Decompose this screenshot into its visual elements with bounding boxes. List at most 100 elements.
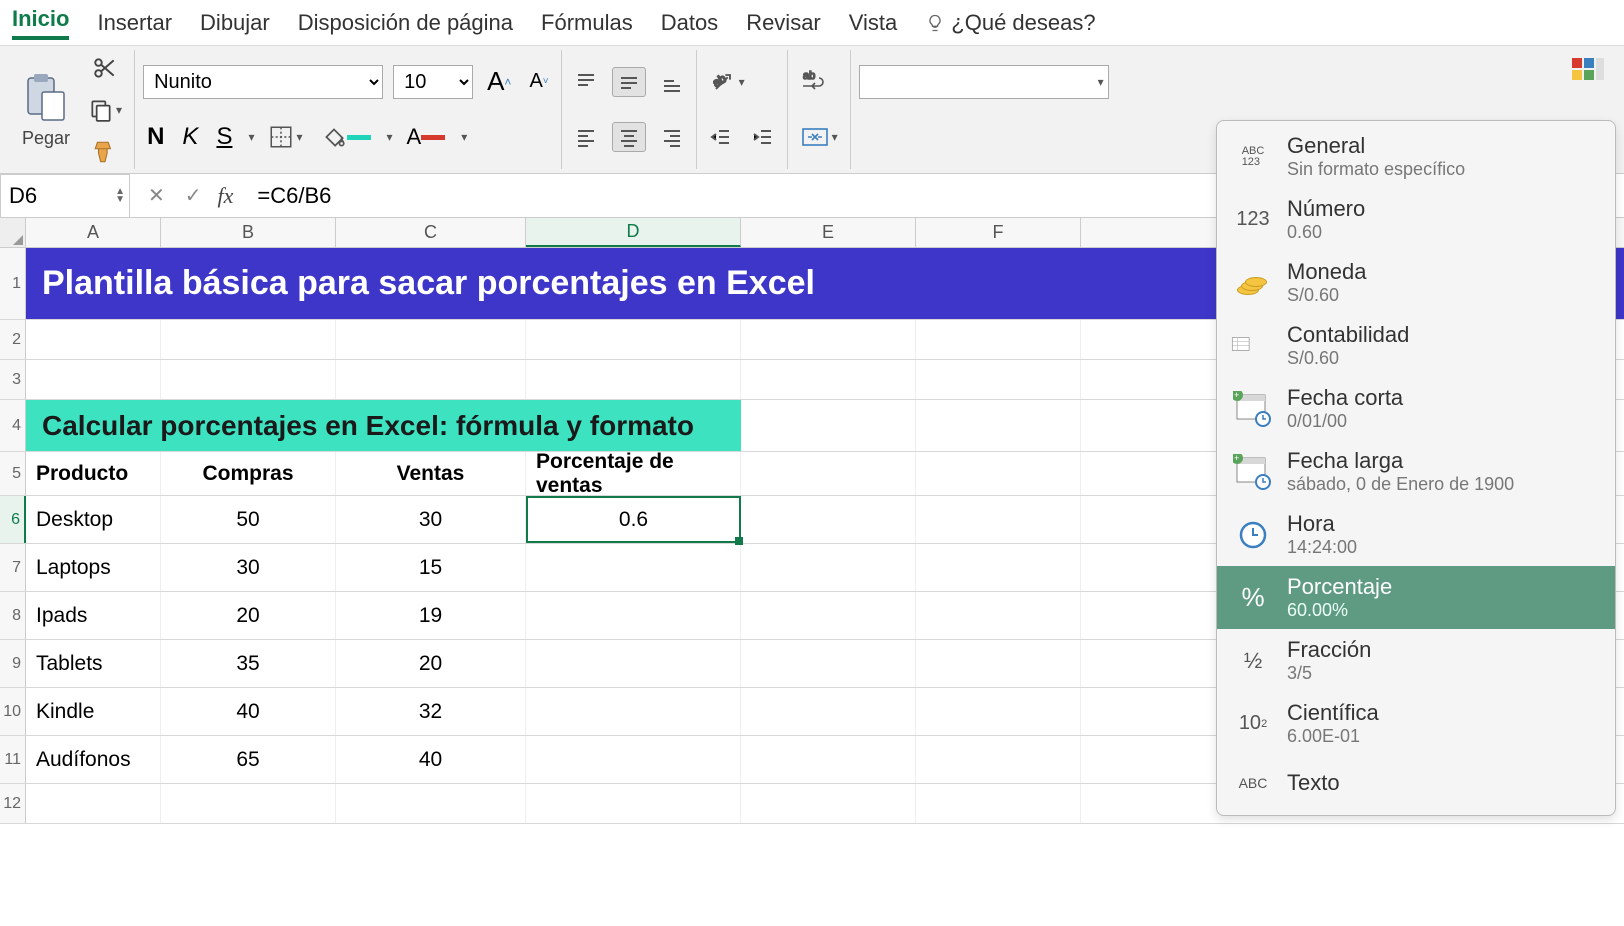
header-porcentaje[interactable]: Porcentaje de ventas [526, 452, 741, 495]
row-header-10[interactable]: 10 [0, 688, 26, 735]
menu-inicio[interactable]: Inicio [12, 6, 69, 40]
menu-disposicion[interactable]: Disposición de página [298, 10, 513, 36]
cell-d10[interactable] [526, 688, 741, 735]
increase-indent-button[interactable] [747, 123, 779, 151]
cell-c7[interactable]: 15 [336, 544, 526, 591]
name-box-stepper[interactable]: ▲▼ [115, 188, 125, 204]
menu-datos[interactable]: Datos [661, 10, 718, 36]
borders-button[interactable]: ▾ [264, 122, 306, 152]
cell-a8[interactable]: Ipads [26, 592, 161, 639]
col-header-f[interactable]: F [916, 218, 1081, 247]
row-header-7[interactable]: 7 [0, 544, 26, 591]
format-contabilidad[interactable]: ContabilidadS/0.60 [1217, 314, 1615, 377]
bold-button[interactable]: N [143, 121, 168, 153]
cut-button[interactable] [84, 53, 126, 83]
format-porcentaje[interactable]: % Porcentaje60.00% [1217, 566, 1615, 629]
col-header-d[interactable]: D [526, 218, 741, 247]
cell-a7[interactable]: Laptops [26, 544, 161, 591]
name-box[interactable]: D6 ▲▼ [0, 174, 130, 218]
format-cientifica[interactable]: 102 Científica6.00E-01 [1217, 692, 1615, 755]
cell-c11[interactable]: 40 [336, 736, 526, 783]
accept-formula-button[interactable]: ✓ [181, 181, 206, 210]
col-header-e[interactable]: E [741, 218, 916, 247]
menu-dibujar[interactable]: Dibujar [200, 10, 270, 36]
row-header-11[interactable]: 11 [0, 736, 26, 783]
cell-b9[interactable]: 35 [161, 640, 336, 687]
menu-formulas[interactable]: Fórmulas [541, 10, 633, 36]
align-left-button[interactable] [570, 123, 602, 151]
font-size-select[interactable]: 10 [393, 65, 473, 99]
cell-b7[interactable]: 30 [161, 544, 336, 591]
row-header-8[interactable]: 8 [0, 592, 26, 639]
merge-button[interactable]: ▾ [796, 122, 842, 152]
tell-me[interactable]: ¿Qué deseas? [925, 10, 1095, 36]
cell-d7[interactable] [526, 544, 741, 591]
row-header-6[interactable]: 6 [0, 496, 26, 543]
cell-a9[interactable]: Tablets [26, 640, 161, 687]
row-header-5[interactable]: 5 [0, 452, 26, 495]
format-texto[interactable]: ABC Texto [1217, 755, 1615, 811]
cell-c10[interactable]: 32 [336, 688, 526, 735]
header-ventas[interactable]: Ventas [336, 452, 526, 495]
fill-color-button[interactable] [317, 122, 375, 152]
orientation-button[interactable]: ab▾ [705, 66, 749, 98]
align-center-button[interactable] [612, 122, 646, 152]
cell-d9[interactable] [526, 640, 741, 687]
cell-c9[interactable]: 20 [336, 640, 526, 687]
wrap-text-button[interactable]: ab [796, 66, 834, 98]
select-all-corner[interactable] [0, 218, 26, 247]
increase-font-button[interactable]: A˄ [483, 64, 515, 99]
underline-button[interactable]: S [212, 121, 236, 153]
row-header-9[interactable]: 9 [0, 640, 26, 687]
col-header-c[interactable]: C [336, 218, 526, 247]
format-painter-button[interactable] [84, 137, 126, 167]
row-header-4[interactable]: 4 [0, 400, 26, 451]
cell-c6[interactable]: 30 [336, 496, 526, 543]
row-header-2[interactable]: 2 [0, 320, 26, 359]
cell-d8[interactable] [526, 592, 741, 639]
header-compras[interactable]: Compras [161, 452, 336, 495]
copy-button[interactable]: ▾ [84, 95, 126, 125]
cancel-formula-button[interactable]: ✕ [144, 181, 169, 210]
align-middle-button[interactable] [612, 67, 646, 97]
align-top-button[interactable] [570, 68, 602, 96]
decrease-indent-button[interactable] [705, 123, 737, 151]
align-bottom-button[interactable] [656, 68, 688, 96]
conditional-formatting-button[interactable] [1566, 54, 1610, 94]
menu-vista[interactable]: Vista [849, 10, 898, 36]
col-header-b[interactable]: B [161, 218, 336, 247]
chevron-down-icon: ▾ [1098, 75, 1104, 89]
cell-a11[interactable]: Audífonos [26, 736, 161, 783]
format-hora[interactable]: Hora14:24:00 [1217, 503, 1615, 566]
decrease-font-button[interactable]: A˅ [525, 68, 552, 95]
format-general[interactable]: ABC123 GeneralSin formato específico [1217, 125, 1615, 188]
align-right-button[interactable] [656, 123, 688, 151]
header-producto[interactable]: Producto [26, 452, 161, 495]
number-format-combo[interactable]: ▾ [859, 65, 1109, 99]
paste-button[interactable]: Pegar [14, 66, 78, 153]
row-header-3[interactable]: 3 [0, 360, 26, 399]
font-color-button[interactable]: A [403, 122, 450, 152]
cell-b8[interactable]: 20 [161, 592, 336, 639]
cell-b11[interactable]: 65 [161, 736, 336, 783]
format-fraccion[interactable]: ½ Fracción3/5 [1217, 629, 1615, 692]
format-numero[interactable]: 123 Número0.60 [1217, 188, 1615, 251]
row-header-1[interactable]: 1 [0, 248, 26, 319]
format-fecha-larga[interactable]: + Fecha largasábado, 0 de Enero de 1900 [1217, 440, 1615, 503]
cell-c8[interactable]: 19 [336, 592, 526, 639]
format-fecha-corta[interactable]: + Fecha corta0/01/00 [1217, 377, 1615, 440]
cell-a6[interactable]: Desktop [26, 496, 161, 543]
cell-a10[interactable]: Kindle [26, 688, 161, 735]
font-name-select[interactable]: Nunito [143, 65, 383, 99]
cell-b10[interactable]: 40 [161, 688, 336, 735]
cell-d11[interactable] [526, 736, 741, 783]
fx-icon[interactable]: fx [218, 183, 234, 209]
format-moneda[interactable]: MonedaS/0.60 [1217, 251, 1615, 314]
menu-insertar[interactable]: Insertar [97, 10, 172, 36]
cell-b6[interactable]: 50 [161, 496, 336, 543]
row-header-12[interactable]: 12 [0, 784, 26, 823]
menu-revisar[interactable]: Revisar [746, 10, 821, 36]
italic-button[interactable]: K [178, 121, 202, 153]
cell-d6[interactable]: 0.6 [526, 496, 741, 543]
col-header-a[interactable]: A [26, 218, 161, 247]
